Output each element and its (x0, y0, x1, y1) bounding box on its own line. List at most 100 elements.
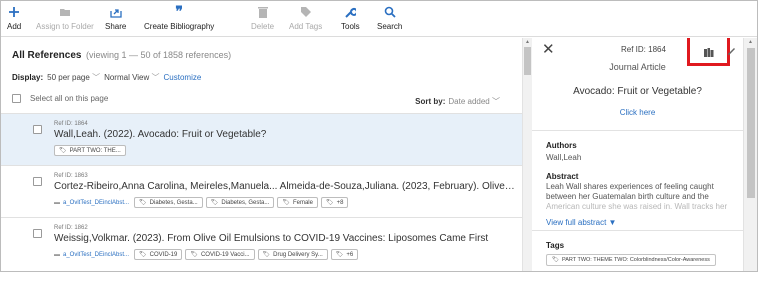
add-label: Add (7, 22, 22, 31)
tag-icon: 🏷 (190, 252, 198, 258)
detail-title: Avocado: Fruit or Vegetable? (573, 86, 702, 97)
search-label: Search (377, 22, 403, 31)
more-tags-chip[interactable]: 🏷 +6 (330, 249, 359, 260)
delete-label: Delete (251, 22, 275, 31)
add-tags-button[interactable]: Add Tags (289, 5, 322, 31)
row-ref-id: Ref ID: 1862 (54, 225, 88, 231)
delete-button[interactable]: Delete (251, 5, 274, 31)
authors-value: Wall,Leah (546, 153, 582, 162)
list-title: All References (12, 50, 82, 61)
detail-scrollbar[interactable]: ▲ (743, 38, 757, 271)
tag-chip[interactable]: 🏷 COVID-19 (134, 249, 183, 260)
create-bibliography-label: Create Bibliography (144, 22, 215, 31)
tag-icon: 🏷 (282, 200, 290, 206)
row-ref-id: Ref ID: 1864 (54, 121, 88, 127)
detail-tag-chip[interactable]: 🏷 PART TWO: THEME TWO: Colorblindness/Col… (546, 254, 716, 266)
row-checkbox[interactable] (33, 177, 42, 186)
tag-icon: 🏷 (210, 200, 219, 206)
select-all-checkbox[interactable] (12, 94, 21, 103)
share-label: Share (105, 22, 127, 31)
list-scrollbar[interactable]: ▲ (522, 38, 532, 271)
tag-chip[interactable]: 🏷 COVID-19 Vacci... (185, 249, 255, 260)
row-ref-id: Ref ID: 1863 (54, 173, 88, 179)
folder-link[interactable]: ▬ a_OvitTest_DEinclAbst... (54, 252, 129, 258)
create-bibliography-button[interactable]: ❞ Create Bibliography (144, 4, 215, 31)
books-icon[interactable] (704, 44, 714, 62)
chevron-down-icon: ﹀ (151, 73, 160, 82)
list-scrollbar-thumb[interactable] (524, 47, 531, 75)
reference-list-pane: All References (viewing 1 — 50 of 1858 r… (1, 38, 522, 271)
detail-type: Journal Article (609, 62, 666, 72)
add-button[interactable]: Add (7, 5, 21, 31)
view-full-abstract-link[interactable]: View full abstract ▼ (546, 218, 616, 227)
select-all-row: Select all on this page (12, 94, 108, 103)
search-icon (384, 5, 396, 19)
assign-to-folder-button[interactable]: Assign to Folder (36, 5, 94, 31)
tag-icon: 🏷 (552, 257, 559, 263)
row-title[interactable]: Wall,Leah. (2022). Avocado: Fruit or Veg… (54, 129, 516, 140)
detail-scrollbar-thumb[interactable] (747, 48, 755, 198)
row-checkbox[interactable] (33, 125, 42, 134)
reference-row[interactable]: Ref ID: 1862 Weissig,Volkmar. (2023). Fr… (1, 217, 522, 271)
share-icon (110, 5, 122, 19)
display-options: Display: 50 per page ﹀ Normal View ﹀ Cus… (12, 72, 201, 83)
row-title[interactable]: Weissig,Volkmar. (2023). From Olive Oil … (54, 233, 516, 244)
toolbar: Add Assign to Folder Share ❞ Create Bibl… (1, 1, 757, 37)
reference-detail-pane: ✕ Ref ID: 1864 Journal Article Avocado: … (532, 38, 743, 271)
tools-label: Tools (341, 22, 360, 31)
sort-by-control[interactable]: Sort by: Date added ﹀ (415, 96, 500, 107)
chevron-down-icon: ﹀ (92, 73, 101, 82)
row-checkbox[interactable] (33, 229, 42, 238)
folder-icon: ▬ (54, 251, 60, 258)
tag-icon: 🏷 (59, 148, 67, 154)
folder-icon: ▬ (54, 199, 60, 206)
select-all-label: Select all on this page (30, 94, 109, 103)
tag-icon: 🏷 (139, 252, 147, 258)
authors-heading: Authors (546, 141, 577, 150)
tag-chip[interactable]: 🏷 Drug Delivery Sy... (257, 249, 328, 260)
reference-row[interactable]: Ref ID: 1864 Wall,Leah. (2022). Avocado:… (1, 113, 522, 165)
tools-button[interactable]: Tools (341, 5, 360, 31)
sort-value: Date added (448, 97, 490, 106)
tag-chip[interactable]: 🏷 Female (277, 197, 318, 208)
search-button[interactable]: Search (377, 5, 402, 31)
pencil-icon[interactable] (727, 43, 736, 61)
share-button[interactable]: Share (105, 5, 126, 31)
reference-row[interactable]: Ref ID: 1863 Cortez-Ribeiro,Anna Carolin… (1, 165, 522, 217)
scroll-up-icon[interactable]: ▲ (748, 39, 753, 45)
folder-icon (59, 5, 71, 19)
close-icon[interactable]: ✕ (542, 40, 555, 58)
row-tags: 🏷 PART TWO: THE... (54, 145, 126, 156)
click-here-link[interactable]: Click here (532, 108, 743, 117)
list-header: All References (viewing 1 — 50 of 1858 r… (12, 50, 231, 61)
sort-label: Sort by: (415, 97, 446, 106)
tag-icon: 🏷 (335, 252, 344, 258)
tag-icon: 🏷 (139, 200, 147, 206)
plus-icon (8, 5, 20, 19)
scroll-up-icon[interactable]: ▲ (525, 39, 530, 45)
tag-icon (300, 5, 312, 19)
detail-ref-id: Ref ID: 1864 (621, 45, 666, 54)
tag-chip[interactable]: 🏷 PART TWO: THE... (54, 145, 126, 156)
customize-link[interactable]: Customize (164, 73, 202, 82)
add-tags-label: Add Tags (289, 22, 323, 31)
per-page-select[interactable]: 50 per page ﹀ (47, 72, 100, 83)
tag-icon: 🏷 (262, 252, 271, 258)
trash-icon (257, 5, 268, 19)
chevron-down-icon: ﹀ (492, 97, 500, 106)
app-window: Add Assign to Folder Share ❞ Create Bibl… (0, 0, 758, 272)
more-tags-chip[interactable]: 🏷 +8 (320, 197, 349, 208)
row-title[interactable]: Cortez-Ribeiro,Anna Carolina, Meireles,M… (54, 181, 516, 192)
assign-to-folder-label: Assign to Folder (36, 22, 94, 31)
tags-heading: Tags (546, 241, 565, 250)
tag-chip[interactable]: 🏷 Diabetes, Gesta... (134, 197, 203, 208)
tag-icon: 🏷 (325, 200, 334, 206)
view-mode-select[interactable]: Normal View ﹀ (104, 72, 159, 83)
row-tags: ▬ a_OvitTest_DEinclAbst... 🏷 COVID-19 🏷 COV… (54, 249, 359, 260)
quote-icon: ❞ (175, 4, 183, 20)
display-label: Display: (12, 73, 44, 82)
abstract-text: Leah Wall shares experiences of feeling … (546, 182, 728, 211)
abstract-heading: Abstract (546, 172, 579, 181)
folder-link[interactable]: ▬ a_OvitTest_DEinclAbst... (54, 200, 129, 206)
tag-chip[interactable]: 🏷 Diabetes, Gesta... (205, 197, 275, 208)
